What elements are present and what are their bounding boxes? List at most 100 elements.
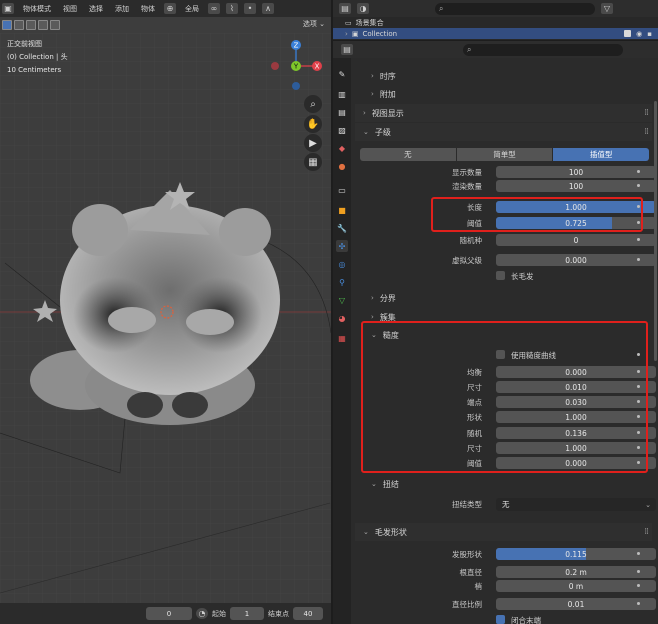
menu-add[interactable]: 添加 [112, 4, 132, 14]
eye-icon[interactable]: ◉ [636, 30, 642, 38]
collection-icon: ▣ [351, 29, 359, 38]
hair-shape-panel[interactable]: ⌄ 毛发形状 ⁞⁞ [355, 523, 652, 541]
outliner-editor-icon[interactable]: ▤ [339, 3, 351, 14]
data-tab-icon[interactable]: ▽ [336, 294, 348, 306]
view-layer-tab-icon[interactable]: ▨ [336, 124, 348, 136]
close-tip-checkbox[interactable] [496, 615, 505, 624]
options-dropdown[interactable]: 选项 ⌄ [303, 19, 325, 29]
start-frame-label: 起始 [212, 609, 226, 618]
outliner-search-input[interactable]: ⌕ [435, 2, 595, 15]
display-amount-field[interactable]: 100 [496, 166, 656, 178]
properties-editor-icon[interactable]: ▤ [341, 44, 353, 55]
seed-field[interactable]: 0 [496, 234, 656, 246]
camera-icon[interactable]: ▶ [304, 134, 322, 152]
kink-type-dropdown[interactable]: 无 ⌄ [496, 498, 656, 511]
end-frame-field[interactable]: 40 [293, 607, 323, 620]
physics-tab-icon[interactable]: ◎ [336, 258, 348, 270]
current-frame-field[interactable]: 0 [146, 607, 192, 620]
transform-orientation-dropdown[interactable]: 全局 [182, 4, 202, 14]
root-diameter-field[interactable]: 0.2 m [496, 566, 656, 578]
close-tip-row: 闭合末端 [355, 614, 652, 624]
expand-arrow-icon[interactable]: › [345, 30, 348, 38]
exclude-checkbox[interactable] [624, 29, 632, 37]
modifier-wrench-icon[interactable]: 🔧 [336, 222, 348, 234]
collection-tab-icon[interactable]: ▭ [336, 184, 348, 196]
children-panel[interactable]: ⌄ 子级 ⁞⁞ [355, 123, 652, 141]
scene-tab-icon[interactable]: ◆ [336, 142, 348, 154]
drag-handle-icon[interactable]: ⁞⁞ [644, 127, 649, 137]
properties-scrollbar[interactable] [654, 101, 657, 361]
material-tab-icon[interactable]: ◕ [336, 312, 348, 324]
properties-search-input[interactable]: ⌕ [463, 43, 623, 56]
tool-tab-icon[interactable]: ✎ [336, 68, 348, 80]
tip-field[interactable]: 0 m [496, 580, 656, 592]
select-invert-icon[interactable] [38, 20, 48, 30]
virtual-parents-field[interactable]: 0.000 [496, 254, 656, 266]
zoom-icon[interactable]: ⌕ [304, 95, 322, 113]
keyframe-dot-icon[interactable] [637, 184, 640, 187]
mode-dropdown[interactable]: 物体模式 [20, 4, 54, 14]
keyframe-dot-icon[interactable] [637, 258, 640, 261]
clumping-subpanel[interactable]: › 分界 [363, 290, 652, 306]
long-hair-checkbox[interactable] [496, 271, 505, 280]
object-tab-icon[interactable]: ■ [336, 204, 348, 216]
long-hair-row: 长毛发 [355, 270, 652, 283]
timing-subpanel[interactable]: › 时序 [363, 68, 652, 84]
particles-tab-icon[interactable]: ✣ [336, 240, 348, 252]
children-type-simple-button[interactable]: 简单型 [456, 148, 553, 161]
drag-handle-icon[interactable]: ⁞⁞ [644, 108, 649, 118]
select-extend-icon[interactable] [14, 20, 24, 30]
attach-subpanel-label: 附加 [379, 89, 396, 99]
select-intersect-icon[interactable] [50, 20, 60, 30]
keyframe-dot-icon[interactable] [637, 570, 640, 573]
scene-collection-label: 场景集合 [355, 18, 384, 27]
children-type-none-button[interactable]: 无 [360, 148, 456, 161]
proportional-edit-icon[interactable]: • [244, 3, 256, 14]
output-tab-icon[interactable]: ▤ [336, 106, 348, 118]
diameter-scale-field[interactable]: 0.01 [496, 598, 656, 610]
strand-shape-slider[interactable]: 0.115 [496, 548, 656, 560]
world-tab-icon[interactable]: ● [336, 160, 348, 172]
stopwatch-icon[interactable]: ◔ [196, 608, 208, 619]
menu-view[interactable]: 视图 [60, 4, 80, 14]
keyframe-dot-icon[interactable] [637, 602, 640, 605]
collapse-arrow-icon: › [371, 313, 374, 321]
scene-collection-row[interactable]: ▭ 场景集合 [333, 17, 658, 28]
link-icon[interactable]: ∞ [208, 3, 220, 14]
camera-render-icon[interactable]: ▪ [647, 30, 652, 38]
grid-view-icon[interactable]: ▦ [304, 153, 322, 171]
keyframe-dot-icon[interactable] [637, 238, 640, 241]
drag-handle-icon[interactable]: ⁞⁞ [644, 527, 649, 537]
viewport-info-overlay: 正交前视图 (0) Collection | 头 10 Centimeters [7, 38, 68, 77]
constraints-tab-icon[interactable]: ⚲ [336, 276, 348, 288]
collection-row[interactable]: › ▣ Collection ◉ ▪ [333, 28, 658, 39]
start-frame-field[interactable]: 1 [230, 607, 264, 620]
3d-viewport[interactable]: ▣ 物体模式 视图 选择 添加 物体 ⊕ 全局 ∞ ⌇ • ∧ 选项 ⌄ 正交前… [0, 0, 331, 624]
display-mode-icon[interactable]: ◑ [357, 3, 369, 14]
keyframe-dot-icon[interactable] [637, 552, 640, 555]
viewport-display-panel[interactable]: › 视图显示 ⁞⁞ [355, 104, 652, 122]
render-amount-field[interactable]: 100 [496, 180, 656, 192]
filter-icon[interactable]: ▽ [601, 3, 613, 14]
falloff-icon[interactable]: ∧ [262, 3, 274, 14]
properties-tabs: ✎ ▥ ▤ ▨ ◆ ● ▭ ■ 🔧 ✣ ◎ ⚲ ▽ ◕ ▦ [333, 58, 351, 624]
navigation-gizmo[interactable]: Z Y X [269, 40, 325, 92]
viewport-header: ▣ 物体模式 视图 选择 添加 物体 ⊕ 全局 ∞ ⌇ • ∧ [0, 0, 331, 17]
pan-hand-icon[interactable]: ✋ [304, 115, 322, 133]
attach-subpanel[interactable]: › 附加 [363, 86, 652, 102]
keyframe-dot-icon[interactable] [637, 170, 640, 173]
select-subtract-icon[interactable] [26, 20, 36, 30]
select-box-icon[interactable] [2, 20, 12, 30]
menu-object[interactable]: 物体 [138, 4, 158, 14]
children-type-interpolated-button[interactable]: 插值型 [553, 148, 650, 161]
editor-type-icon[interactable]: ▣ [2, 3, 14, 14]
viewport-display-label: 视图显示 [371, 108, 404, 118]
orientation-icon[interactable]: ⊕ [164, 3, 176, 14]
render-tab-icon[interactable]: ▥ [336, 88, 348, 100]
menu-select[interactable]: 选择 [86, 4, 106, 14]
kink-subpanel[interactable]: ⌄ 扭结 [363, 476, 652, 492]
snap-icon[interactable]: ⌇ [226, 3, 238, 14]
keyframe-dot-icon[interactable] [637, 584, 640, 587]
texture-tab-icon[interactable]: ▦ [336, 332, 348, 344]
close-tip-label: 闭合末端 [511, 616, 541, 624]
